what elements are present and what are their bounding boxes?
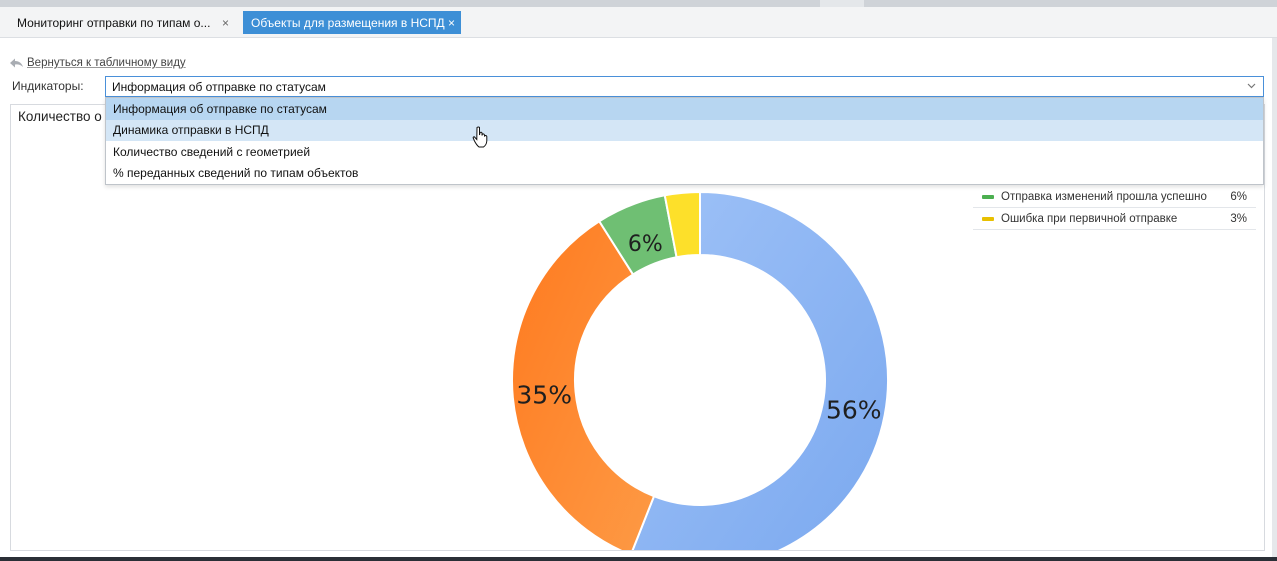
close-icon[interactable]: × <box>448 16 455 30</box>
legend-label: Ошибка при первичной отправке <box>1001 212 1178 225</box>
close-icon[interactable]: × <box>222 16 229 30</box>
back-to-table-link[interactable]: Вернуться к табличному виду <box>9 57 186 69</box>
chart-legend: Отправка изменений прошла успешно 6% Оши… <box>973 186 1256 230</box>
window-bottom-edge <box>0 557 1277 561</box>
indicators-select[interactable]: Информация об отправке по статусам <box>105 76 1264 97</box>
slice-data-label: 35% <box>516 381 572 410</box>
indicators-label: Индикаторы: <box>12 79 84 93</box>
back-link-label: Вернуться к табличному виду <box>27 57 186 69</box>
chevron-down-icon[interactable] <box>1246 80 1257 91</box>
dropdown-option[interactable]: Количество сведений с геометрией <box>106 141 1263 163</box>
dropdown-option[interactable]: Динамика отправки в НСПД <box>106 119 1263 141</box>
tab-bar: Мониторинг отправки по типам о... × Объе… <box>0 7 1277 38</box>
slice-data-label: 6% <box>628 232 663 257</box>
legend-item[interactable]: Отправка изменений прошла успешно 6% <box>973 186 1256 208</box>
legend-label: Отправка изменений прошла успешно <box>1001 190 1207 203</box>
legend-item[interactable]: Ошибка при первичной отправке 3% <box>973 208 1256 230</box>
tab-label: Объекты для размещения в НСПД <box>251 15 445 30</box>
legend-value: 6% <box>1230 190 1247 203</box>
hand-cursor-icon <box>472 126 488 148</box>
window-right-edge <box>1272 38 1277 561</box>
donut-chart: 56% 35% 6% <box>511 190 889 550</box>
tab-label: Мониторинг отправки по типам о... <box>17 15 211 30</box>
legend-value: 3% <box>1230 212 1247 225</box>
tab-objects-nspd[interactable]: Объекты для размещения в НСПД × <box>243 11 461 34</box>
legend-swatch <box>982 217 994 221</box>
legend-swatch <box>982 195 994 199</box>
indicators-dropdown-list: Информация об отправке по статусам Динам… <box>105 97 1264 185</box>
tab-monitoring[interactable]: Мониторинг отправки по типам о... × <box>9 11 237 34</box>
collapse-handle[interactable] <box>820 0 864 7</box>
slice-data-label: 56% <box>826 395 882 424</box>
back-arrow-icon <box>10 58 23 68</box>
dropdown-option[interactable]: Информация об отправке по статусам <box>106 98 1263 120</box>
dropdown-option[interactable]: % переданных сведений по типам объектов <box>106 163 1263 185</box>
panel-title: Количество о <box>18 109 102 124</box>
window-top-strip <box>0 0 1277 7</box>
indicators-select-value: Информация об отправке по статусам <box>112 79 326 94</box>
